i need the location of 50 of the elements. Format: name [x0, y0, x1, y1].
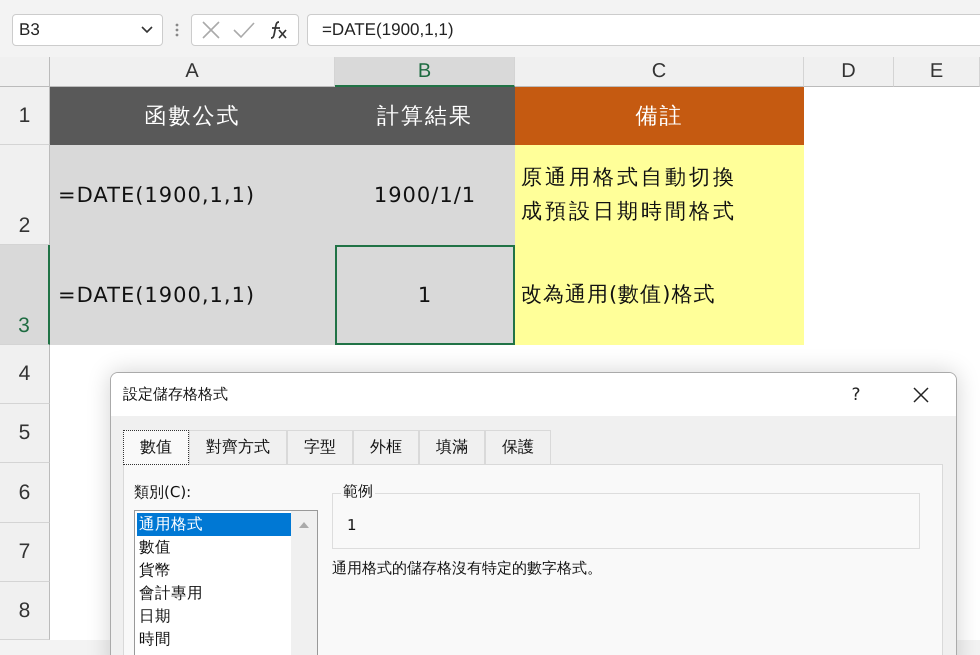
column-header[interactable]: B: [335, 57, 515, 87]
row-header[interactable]: 5: [0, 404, 50, 463]
table-cell[interactable]: 原通用格式自動切換成預設日期時間格式: [515, 145, 804, 245]
tab[interactable]: 字型: [287, 430, 353, 464]
cancel-icon[interactable]: [201, 20, 222, 40]
category-item[interactable]: 貨幣: [137, 559, 291, 582]
help-button[interactable]: ?: [844, 384, 868, 404]
table-cell[interactable]: =DATE(1900,1,1): [50, 145, 335, 245]
tab[interactable]: 外框: [353, 430, 419, 464]
sample-value: 1: [347, 516, 358, 534]
column-header[interactable]: C: [515, 57, 804, 87]
table-cell[interactable]: =DATE(1900,1,1): [50, 245, 335, 345]
row-header[interactable]: 7: [0, 523, 50, 582]
table-cell[interactable]: 1900/1/1: [335, 145, 515, 245]
category-item[interactable]: 會計專用: [137, 582, 291, 605]
row-header[interactable]: 8: [0, 582, 50, 640]
row-header[interactable]: 4: [0, 345, 50, 404]
column-header[interactable]: A: [50, 57, 335, 87]
column-header[interactable]: D: [804, 57, 894, 87]
table-cell[interactable]: 改為通用(數值)格式: [515, 245, 804, 345]
table-header-cell: 計算結果: [335, 87, 515, 145]
category-item[interactable]: 時間: [137, 628, 291, 651]
row-header[interactable]: 2: [0, 145, 50, 245]
grip-icon: [175, 22, 179, 38]
sample-label: 範例: [341, 482, 375, 501]
category-item[interactable]: 數值: [137, 536, 291, 559]
table-header-cell: 函數公式: [50, 87, 335, 145]
table-cell[interactable]: 1: [335, 245, 515, 345]
dialog-title: 設定儲存格格式: [123, 385, 229, 404]
tab[interactable]: 保護: [485, 430, 551, 464]
tab[interactable]: 對齊方式: [189, 430, 287, 464]
row-header[interactable]: 3: [0, 245, 50, 345]
tab[interactable]: 填滿: [419, 430, 485, 464]
scrollbar[interactable]: [291, 511, 317, 655]
close-icon[interactable]: [912, 386, 930, 404]
select-all-corner[interactable]: [0, 57, 50, 87]
column-header[interactable]: E: [894, 57, 980, 87]
caret-icon[interactable]: [140, 24, 154, 34]
category-item[interactable]: 通用格式: [137, 513, 291, 536]
category-item[interactable]: 日期: [137, 605, 291, 628]
format-description: 通用格式的儲存格沒有特定的數字格式。: [332, 559, 603, 578]
name-box[interactable]: B3: [12, 14, 163, 46]
category-label: 類別(C):: [134, 483, 192, 502]
scroll-up-icon[interactable]: [298, 521, 310, 529]
table-header-cell: 備註: [515, 87, 804, 145]
formula-field[interactable]: =DATE(1900,1,1): [307, 14, 980, 46]
row-header[interactable]: 1: [0, 87, 50, 145]
row-header[interactable]: 6: [0, 463, 50, 523]
tab[interactable]: 數值: [123, 430, 189, 465]
check-icon[interactable]: [232, 20, 256, 40]
